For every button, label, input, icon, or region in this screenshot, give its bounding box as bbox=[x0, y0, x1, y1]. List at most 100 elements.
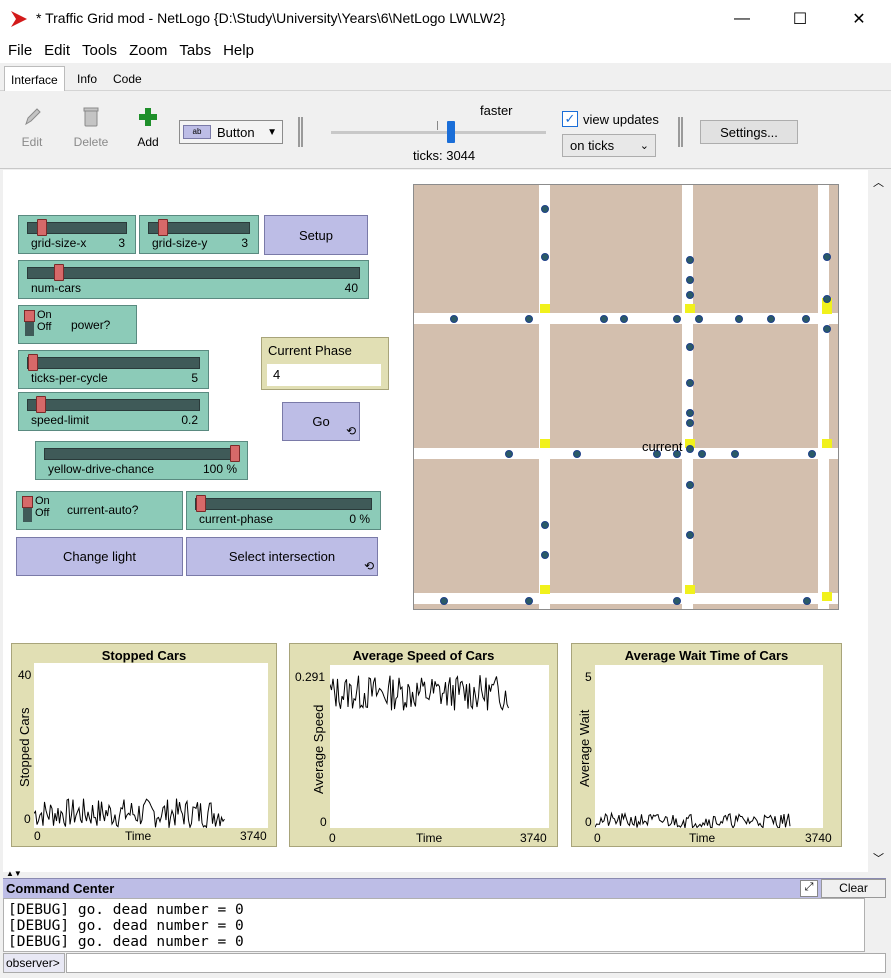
world-canvas[interactable]: current bbox=[414, 185, 838, 609]
grid-size-y-slider[interactable]: grid-size-y 3 bbox=[139, 215, 259, 254]
world-view[interactable]: current bbox=[413, 184, 839, 610]
average-speed-series bbox=[329, 675, 509, 711]
car bbox=[686, 379, 694, 387]
road-vertical bbox=[682, 185, 693, 609]
settings-button[interactable]: Settings... bbox=[700, 120, 798, 144]
plot-ymax: 40 bbox=[18, 668, 32, 682]
grid-size-x-slider[interactable]: grid-size-x 3 bbox=[18, 215, 136, 254]
plot-ymin: 0 bbox=[320, 815, 327, 829]
delete-tool-button[interactable]: Delete bbox=[66, 105, 116, 149]
road-vertical bbox=[539, 185, 550, 609]
slider-track bbox=[27, 357, 200, 369]
tab-interface[interactable]: Interface bbox=[4, 66, 65, 92]
current-auto-switch[interactable]: On Off current-auto? bbox=[16, 491, 183, 530]
splitter-arrows-icon[interactable]: ▲▼ bbox=[6, 869, 22, 878]
minimize-button[interactable]: — bbox=[719, 0, 765, 38]
switch-on-label: On bbox=[35, 495, 50, 507]
car bbox=[673, 597, 681, 605]
update-mode-select[interactable]: on ticks ⌄ bbox=[562, 134, 656, 157]
close-button[interactable]: ✕ bbox=[836, 0, 882, 38]
slider-thumb[interactable] bbox=[158, 219, 169, 236]
expand-icon[interactable]: ⤢ bbox=[800, 880, 818, 897]
menu-tools[interactable]: Tools bbox=[82, 42, 117, 59]
slider-thumb[interactable] bbox=[53, 264, 64, 281]
car bbox=[686, 343, 694, 351]
slider-thumb[interactable] bbox=[196, 495, 206, 512]
command-input-row: observer> bbox=[3, 953, 886, 973]
slider-thumb[interactable] bbox=[36, 396, 47, 413]
plot-xlabel: Time bbox=[125, 829, 152, 843]
edit-tool-button[interactable]: Edit bbox=[7, 105, 57, 149]
menu-edit[interactable]: Edit bbox=[44, 42, 70, 59]
speed-limit-slider[interactable]: speed-limit 0.2 bbox=[18, 392, 209, 431]
car bbox=[808, 450, 816, 458]
current-phase-slider[interactable]: current-phase 0 % bbox=[186, 491, 381, 530]
speed-slider-thumb[interactable] bbox=[447, 121, 455, 143]
car bbox=[686, 291, 694, 299]
ticks-per-cycle-slider[interactable]: ticks-per-cycle 5 bbox=[18, 350, 209, 389]
plot-ylabel: Average Wait bbox=[577, 709, 592, 787]
maximize-button[interactable]: ☐ bbox=[777, 0, 823, 38]
slider-thumb[interactable] bbox=[230, 445, 240, 462]
traffic-light bbox=[822, 305, 832, 314]
interface-vertical-scrollbar[interactable]: ︿ ﹀ bbox=[868, 170, 888, 872]
slider-thumb[interactable] bbox=[28, 354, 38, 371]
current-phase-monitor: Current Phase 4 bbox=[261, 337, 389, 390]
switch-knob[interactable] bbox=[24, 310, 35, 322]
car bbox=[823, 253, 831, 261]
car bbox=[735, 315, 743, 323]
yellow-drive-chance-slider[interactable]: yellow-drive-chance 100 % bbox=[35, 441, 248, 480]
average-wait-plot: Average Wait Time of Cars Average Wait 5… bbox=[571, 643, 842, 847]
current-intersection-label: current bbox=[642, 439, 683, 454]
speed-slider-track[interactable] bbox=[331, 131, 546, 134]
setup-button[interactable]: Setup bbox=[264, 215, 368, 255]
car bbox=[686, 276, 694, 284]
slider-label: speed-limit bbox=[31, 413, 90, 427]
clear-button[interactable]: Clear bbox=[821, 879, 886, 898]
toolbar-separator bbox=[678, 117, 683, 147]
output-scrollbar[interactable] bbox=[866, 898, 886, 952]
slider-track bbox=[27, 399, 200, 411]
go-button[interactable]: Go ⟲ bbox=[282, 402, 360, 441]
num-cars-slider[interactable]: num-cars 40 bbox=[18, 260, 369, 299]
command-center-header: Command Center ⤢ Clear bbox=[3, 878, 886, 898]
menu-help[interactable]: Help bbox=[223, 42, 254, 59]
widget-type-select[interactable]: ab Button ▼ bbox=[179, 120, 283, 144]
average-wait-series bbox=[594, 811, 791, 830]
scroll-down-icon[interactable]: ﹀ bbox=[873, 850, 884, 866]
slider-track bbox=[44, 448, 239, 460]
plot-ylabel: Average Speed bbox=[311, 704, 326, 794]
world-background bbox=[414, 185, 838, 609]
change-light-button[interactable]: Change light bbox=[16, 537, 183, 576]
add-tool-button[interactable]: Add bbox=[123, 105, 173, 149]
menu-zoom[interactable]: Zoom bbox=[129, 42, 167, 59]
agent-selector[interactable]: observer> bbox=[3, 953, 65, 973]
tab-info[interactable]: Info bbox=[70, 67, 104, 91]
view-updates-checkbox[interactable]: ✓ bbox=[562, 111, 578, 127]
monitor-value: 4 bbox=[267, 364, 381, 386]
car bbox=[686, 419, 694, 427]
slider-thumb[interactable] bbox=[37, 219, 47, 236]
scroll-up-icon[interactable]: ︿ bbox=[873, 174, 884, 190]
switch-knob[interactable] bbox=[22, 496, 33, 508]
tab-code[interactable]: Code bbox=[106, 67, 149, 91]
slider-label: current-phase bbox=[199, 512, 274, 526]
power-switch[interactable]: On Off power? bbox=[18, 305, 137, 344]
car bbox=[686, 256, 694, 264]
traffic-light bbox=[822, 592, 832, 601]
menu-file[interactable]: File bbox=[8, 42, 32, 59]
road-horizontal bbox=[414, 593, 838, 604]
slider-track bbox=[27, 267, 360, 279]
slider-value: 100 % bbox=[202, 462, 237, 476]
menu-tabs[interactable]: Tabs bbox=[179, 42, 211, 59]
plot-title: Average Speed of Cars bbox=[352, 648, 495, 663]
window-title: * Traffic Grid mod - NetLogo {D:\Study\U… bbox=[36, 10, 506, 26]
road-horizontal bbox=[414, 448, 838, 459]
select-intersection-button[interactable]: Select intersection ⟲ bbox=[186, 537, 378, 576]
slider-label: grid-size-x bbox=[31, 236, 87, 250]
command-input[interactable] bbox=[66, 953, 886, 973]
stopped-cars-plot: Stopped Cars Stopped Cars 40 0 0 Time 37… bbox=[11, 643, 277, 847]
car bbox=[802, 315, 810, 323]
edit-tool-label: Edit bbox=[21, 135, 43, 149]
forever-icon: ⟲ bbox=[345, 424, 356, 438]
